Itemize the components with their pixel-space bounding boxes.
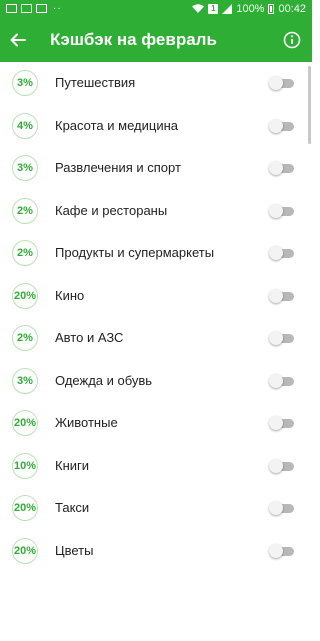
- category-name: Такси: [55, 500, 90, 515]
- back-button[interactable]: [6, 28, 30, 52]
- system-icons: 1 100% 00:42: [192, 3, 306, 15]
- toggle-thumb: [269, 76, 283, 90]
- cashback-percent-badge: 2%: [12, 197, 38, 224]
- category-row[interactable]: 10% Книги: [0, 445, 312, 488]
- toggle-thumb: [269, 161, 283, 175]
- category-row[interactable]: 3% Развлечения и спорт: [0, 147, 312, 190]
- battery-icon: [268, 4, 275, 14]
- cashback-percent-badge: 20%: [12, 537, 38, 564]
- toggle-thumb: [269, 501, 283, 515]
- toggle-thumb: [269, 203, 283, 218]
- category-row[interactable]: 2% Продукты и супермаркеты: [0, 232, 312, 275]
- category-row[interactable]: 2% Авто и АЗС: [0, 317, 312, 360]
- category-toggle[interactable]: [269, 161, 296, 175]
- message-icon: [36, 4, 47, 13]
- cashback-percent-badge: 10%: [12, 452, 38, 479]
- cashback-percent-badge: 20%: [12, 495, 38, 521]
- toggle-thumb: [269, 458, 283, 473]
- category-name: Книги: [55, 457, 90, 473]
- status-bar: ·· 1 100% 00:42: [0, 0, 312, 20]
- cashback-percent-badge: 20%: [12, 410, 38, 436]
- category-toggle[interactable]: [269, 416, 296, 430]
- category-row[interactable]: 3% Путешествия: [0, 62, 312, 105]
- category-toggle[interactable]: [269, 288, 296, 303]
- gmail-icon: [21, 4, 32, 13]
- category-name: Цветы: [55, 542, 94, 558]
- scrollbar[interactable]: [308, 66, 311, 144]
- clock: 00:42: [278, 3, 306, 15]
- arrow-left-icon: [10, 33, 26, 47]
- category-name: Красота и медицина: [55, 117, 178, 133]
- category-row[interactable]: 20% Такси: [0, 487, 312, 530]
- toggle-thumb: [269, 118, 283, 133]
- category-toggle[interactable]: [269, 76, 296, 90]
- category-row[interactable]: 2% Кафе и рестораны: [0, 190, 312, 233]
- category-toggle[interactable]: [269, 118, 296, 133]
- category-toggle[interactable]: [269, 203, 296, 218]
- category-toggle[interactable]: [269, 543, 296, 558]
- cashback-percent-badge: 3%: [12, 70, 38, 96]
- toggle-thumb: [269, 246, 283, 260]
- category-name: Авто и АЗС: [55, 330, 124, 345]
- more-notifications-icon: ··: [53, 3, 62, 14]
- category-toggle[interactable]: [269, 458, 296, 473]
- cashback-percent-badge: 2%: [12, 325, 38, 351]
- sim-icon: 1: [208, 4, 219, 14]
- category-toggle[interactable]: [269, 501, 296, 515]
- category-name: Одежда и обувь: [55, 372, 153, 388]
- signal-icon: [222, 4, 233, 14]
- cashback-category-list: 3% Путешествия 4% Красота и медицина 3% …: [0, 62, 312, 572]
- category-toggle[interactable]: [269, 331, 296, 345]
- cashback-percent-badge: 2%: [12, 240, 38, 266]
- toggle-thumb: [269, 543, 283, 558]
- cashback-percent-badge: 20%: [12, 282, 38, 309]
- category-row[interactable]: 4% Красота и медицина: [0, 105, 312, 148]
- category-row[interactable]: 20% Цветы: [0, 530, 312, 573]
- page-title: Кэшбэк на февраль: [50, 30, 217, 49]
- category-row[interactable]: 20% Кино: [0, 275, 312, 318]
- toggle-thumb: [269, 288, 283, 303]
- info-icon: [283, 31, 301, 49]
- category-name: Животные: [55, 415, 118, 430]
- notification-icons: ··: [6, 3, 62, 14]
- category-name: Продукты и супермаркеты: [55, 245, 215, 260]
- category-row[interactable]: 3% Одежда и обувь: [0, 360, 312, 403]
- cashback-percent-badge: 4%: [12, 112, 38, 139]
- cashback-percent-badge: 3%: [12, 367, 38, 394]
- wifi-icon: [192, 4, 205, 13]
- toggle-thumb: [269, 416, 283, 430]
- category-toggle[interactable]: [269, 246, 296, 260]
- toggle-thumb: [269, 331, 283, 345]
- category-name: Кино: [55, 287, 85, 303]
- category-toggle[interactable]: [269, 373, 296, 388]
- category-name: Развлечения и спорт: [55, 160, 181, 175]
- category-row[interactable]: 20% Животные: [0, 402, 312, 445]
- mail-icon: [6, 4, 17, 13]
- info-button[interactable]: [281, 29, 303, 51]
- toggle-thumb: [269, 373, 283, 388]
- app-bar: Кэшбэк на февраль: [0, 20, 312, 62]
- category-name: Путешествия: [55, 75, 136, 90]
- category-name: Кафе и рестораны: [55, 202, 168, 218]
- cashback-percent-badge: 3%: [12, 155, 38, 181]
- battery-percent: 100%: [236, 3, 265, 15]
